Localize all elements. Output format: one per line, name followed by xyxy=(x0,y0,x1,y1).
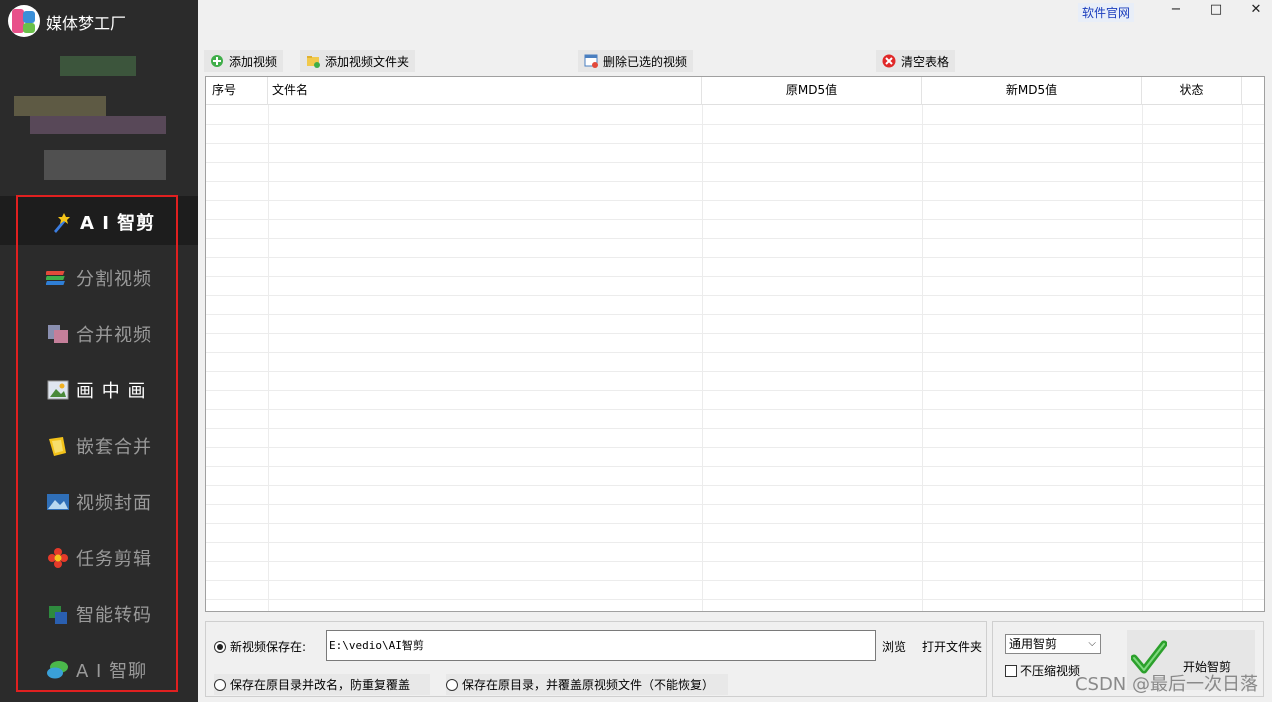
official-site-link[interactable]: 软件官网 xyxy=(1078,3,1135,22)
table-row-line xyxy=(206,599,1264,600)
radio-overwrite-in-place[interactable]: 保存在原目录，并覆盖原视频文件（不能恢复） xyxy=(446,674,729,695)
table-row-line xyxy=(206,200,1264,201)
mode-select[interactable]: 通用智剪 ⌵ xyxy=(1005,634,1101,654)
table-col-line xyxy=(702,105,703,611)
save-path-input[interactable]: E:\vedio\AI智剪 xyxy=(326,630,876,661)
table-row-line xyxy=(206,162,1264,163)
chat-bubble-icon xyxy=(46,659,70,681)
merge-video-icon xyxy=(46,323,70,345)
nav-item-transcode[interactable]: 智能转码 xyxy=(46,600,152,628)
table-row-line xyxy=(206,409,1264,410)
col-filename: 文件名 xyxy=(268,77,702,105)
no-compress-checkbox[interactable]: 不压缩视频 xyxy=(1005,662,1080,679)
col-index: 序号 xyxy=(206,77,268,105)
add-folder-button[interactable]: 添加视频文件夹 xyxy=(300,50,416,72)
table-col-line xyxy=(268,105,269,611)
minimize-button[interactable]: − xyxy=(1166,2,1186,20)
table-row-line xyxy=(206,276,1264,277)
video-table[interactable]: 序号 文件名 原MD5值 新MD5值 状态 xyxy=(205,76,1265,612)
task-flower-icon xyxy=(46,547,70,569)
radio-new-location[interactable]: 新视频保存在: xyxy=(214,638,306,655)
sidebar: 媒体梦工厂 A I 智剪 分割视频 合并视频 画 中 画 嵌套合并 视频封面 任… xyxy=(0,0,198,702)
table-row-line xyxy=(206,181,1264,182)
table-row-line xyxy=(206,219,1264,220)
checkbox-box xyxy=(1005,664,1017,677)
app-title: 媒体梦工厂 xyxy=(46,14,127,33)
table-row-line xyxy=(206,314,1264,315)
delete-window-icon xyxy=(584,54,598,68)
table-col-line xyxy=(1142,105,1143,611)
table-col-line xyxy=(1242,105,1243,611)
close-button[interactable]: ✕ xyxy=(1246,2,1266,20)
table-row-line xyxy=(206,371,1264,372)
table-row-line xyxy=(206,561,1264,562)
nav-item-ai-cut[interactable]: A I 智剪 xyxy=(50,208,155,236)
nest-merge-icon xyxy=(46,435,70,457)
table-row-line xyxy=(206,143,1264,144)
nav-item-picture-in-picture[interactable]: 画 中 画 xyxy=(46,376,146,404)
table-row-line xyxy=(206,466,1264,467)
table-row-line xyxy=(206,523,1264,524)
nav-item-merge-video[interactable]: 合并视频 xyxy=(46,320,152,348)
clear-table-button[interactable]: 清空表格 xyxy=(876,50,956,72)
nav-item-video-cover[interactable]: 视频封面 xyxy=(46,488,152,516)
table-row-line xyxy=(206,485,1264,486)
radio-rename-in-place[interactable]: 保存在原目录并改名，防重复覆盖 xyxy=(214,674,431,695)
radio-dot xyxy=(214,640,226,653)
chevron-down-icon: ⌵ xyxy=(1088,638,1096,649)
table-col-line xyxy=(922,105,923,611)
table-row-line xyxy=(206,580,1264,581)
col-original-md5: 原MD5值 xyxy=(702,77,922,105)
watermark: CSDN @最后一次日落 xyxy=(1074,674,1258,695)
open-folder-button[interactable]: 打开文件夹 xyxy=(922,638,982,655)
transcode-icon xyxy=(46,603,70,625)
picture-in-picture-icon xyxy=(46,379,70,401)
main-panel: 软件官网 − □ ✕ 添加视频 添加视频文件夹 删除已选的视频 清空表格 序号 … xyxy=(198,0,1272,702)
table-row-line xyxy=(206,257,1264,258)
folder-add-icon xyxy=(306,54,320,68)
delete-selected-button[interactable]: 删除已选的视频 xyxy=(578,50,694,72)
radio-dot xyxy=(446,678,458,691)
add-circle-icon xyxy=(210,54,224,68)
browse-button[interactable]: 浏览 xyxy=(882,638,906,655)
nav-item-split-video[interactable]: 分割视频 xyxy=(45,264,152,292)
table-row-line xyxy=(206,390,1264,391)
table-row-line xyxy=(206,295,1264,296)
table-row-line xyxy=(206,238,1264,239)
ai-wand-icon xyxy=(50,211,74,233)
table-row-line xyxy=(206,428,1264,429)
app-logo xyxy=(8,5,40,37)
table-row-line xyxy=(206,542,1264,543)
add-video-button[interactable]: 添加视频 xyxy=(204,50,284,72)
col-new-md5: 新MD5值 xyxy=(922,77,1142,105)
video-cover-icon xyxy=(46,491,70,513)
table-row-line xyxy=(206,124,1264,125)
clear-x-icon xyxy=(882,54,896,68)
nav-item-task-edit[interactable]: 任务剪辑 xyxy=(46,544,152,572)
col-status: 状态 xyxy=(1142,77,1242,105)
table-row-line xyxy=(206,333,1264,334)
table-header: 序号 文件名 原MD5值 新MD5值 状态 xyxy=(206,77,1264,105)
maximize-button[interactable]: □ xyxy=(1206,2,1226,20)
table-row-line xyxy=(206,504,1264,505)
nav-item-nest-merge[interactable]: 嵌套合并 xyxy=(46,432,152,460)
radio-dot xyxy=(214,678,226,691)
save-options-panel: 新视频保存在: E:\vedio\AI智剪 浏览 打开文件夹 保存在原目录并改名… xyxy=(205,621,987,697)
nav-item-ai-chat[interactable]: A I 智聊 xyxy=(46,656,147,684)
table-row-line xyxy=(206,352,1264,353)
table-row-line xyxy=(206,447,1264,448)
split-video-icon xyxy=(45,267,70,289)
